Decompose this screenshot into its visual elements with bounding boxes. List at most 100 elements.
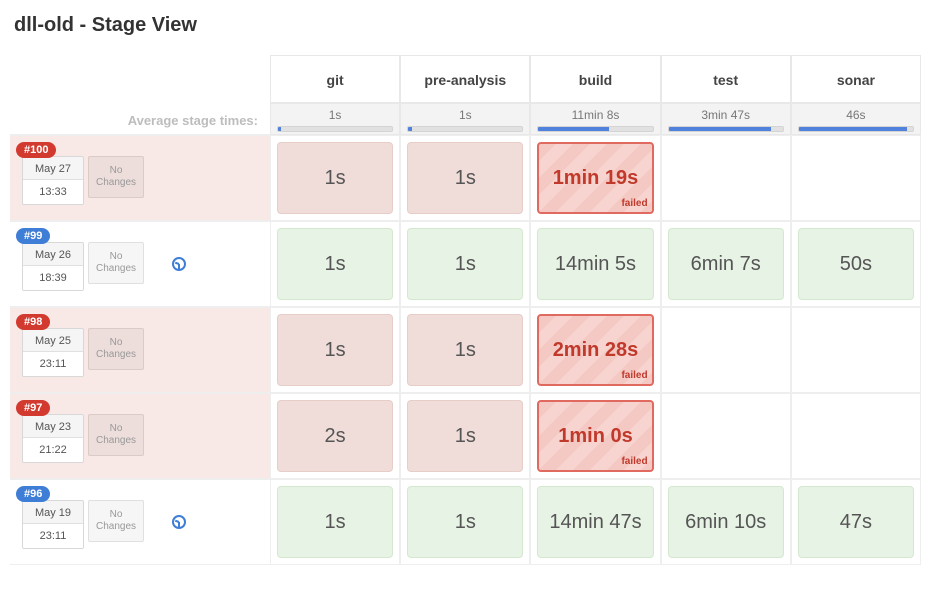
failed-label: failed xyxy=(621,456,647,467)
stage-time: 50s xyxy=(840,253,872,276)
run-info[interactable]: #100 May 27 13:33 No Changes xyxy=(10,135,270,221)
stage-header-git[interactable]: git xyxy=(270,55,400,103)
avg-cell-pre-analysis: 1s xyxy=(400,103,530,135)
stage-cell[interactable]: 14min 47s xyxy=(537,486,653,558)
avg-bar-fill xyxy=(408,127,411,131)
run-info[interactable]: #99 May 26 18:39 No Changes xyxy=(10,221,270,307)
avg-cell-build: 11min 8s xyxy=(530,103,660,135)
stage-cell-wrap: 1min 0s failed xyxy=(530,393,660,479)
stage-time: 1s xyxy=(325,253,346,276)
run-badge-wrap: #96 May 19 23:11 No Changes xyxy=(22,496,144,549)
stage-cell-wrap xyxy=(661,393,791,479)
run-info[interactable]: #98 May 25 23:11 No Changes xyxy=(10,307,270,393)
run-time: 23:11 xyxy=(23,352,83,376)
stage-cell-empty xyxy=(668,314,784,386)
stage-cell-wrap: 2min 28s failed xyxy=(530,307,660,393)
stage-cell[interactable]: 1s xyxy=(277,486,393,558)
stage-cell-wrap: 1min 19s failed xyxy=(530,135,660,221)
run-date: May 25 xyxy=(23,329,83,352)
stage-header-sonar[interactable]: sonar xyxy=(791,55,921,103)
run-badge-wrap: #98 May 25 23:11 No Changes xyxy=(22,324,144,377)
stage-cell-wrap xyxy=(661,135,791,221)
stage-cell[interactable]: 2s xyxy=(277,400,393,472)
run-info[interactable]: #96 May 19 23:11 No Changes xyxy=(10,479,270,565)
stage-cell[interactable]: 6min 10s xyxy=(668,486,784,558)
stage-header-test[interactable]: test xyxy=(661,55,791,103)
stage-header-pre-analysis[interactable]: pre-analysis xyxy=(400,55,530,103)
run-date: May 26 xyxy=(23,243,83,266)
run-id-badge[interactable]: #99 xyxy=(16,228,50,244)
stage-cell-failed[interactable]: 1min 19s failed xyxy=(537,142,653,214)
stage-header-build[interactable]: build xyxy=(530,55,660,103)
stage-cell[interactable]: 14min 5s xyxy=(537,228,653,300)
stage-cell[interactable]: 1s xyxy=(407,400,523,472)
stage-cell-wrap: 6min 7s xyxy=(661,221,791,307)
avg-bar-track xyxy=(277,126,393,132)
avg-time-text: 1s xyxy=(407,108,523,122)
run-date-box: May 26 18:39 xyxy=(22,242,84,291)
run-date-box: May 25 23:11 xyxy=(22,328,84,377)
stage-cell-wrap: 1s xyxy=(400,221,530,307)
stage-cell-wrap: 6min 10s xyxy=(661,479,791,565)
run-badge-wrap: #97 May 23 21:22 No Changes xyxy=(22,410,144,463)
stage-cell[interactable]: 47s xyxy=(798,486,914,558)
stage-cell-failed[interactable]: 1min 0s failed xyxy=(537,400,653,472)
run-date-box: May 27 13:33 xyxy=(22,156,84,205)
changes-box[interactable]: No Changes xyxy=(88,414,144,456)
run-date: May 19 xyxy=(23,501,83,524)
stage-cell[interactable]: 1s xyxy=(407,314,523,386)
stage-cell[interactable]: 50s xyxy=(798,228,914,300)
stage-cell[interactable]: 1s xyxy=(277,228,393,300)
stage-cell-wrap: 1s xyxy=(400,307,530,393)
run-info[interactable]: #97 May 23 21:22 No Changes xyxy=(10,393,270,479)
stage-cell-wrap xyxy=(791,393,921,479)
stage-cell[interactable]: 1s xyxy=(277,142,393,214)
stage-cell-failed[interactable]: 2min 28s failed xyxy=(537,314,653,386)
stage-time: 1s xyxy=(455,511,476,534)
stage-time: 6min 7s xyxy=(691,253,761,276)
run-time: 21:22 xyxy=(23,438,83,462)
stage-cell[interactable]: 1s xyxy=(407,228,523,300)
stage-cell[interactable]: 1s xyxy=(277,314,393,386)
changes-box[interactable]: No Changes xyxy=(88,328,144,370)
stage-cell[interactable]: 1s xyxy=(407,486,523,558)
avg-bar-track xyxy=(668,126,784,132)
avg-time-text: 46s xyxy=(798,108,914,122)
run-id-badge[interactable]: #98 xyxy=(16,314,50,330)
avg-bar-fill xyxy=(538,127,609,131)
stage-cell-empty xyxy=(798,400,914,472)
stage-cell-empty xyxy=(668,400,784,472)
changes-box[interactable]: No Changes xyxy=(88,156,144,198)
stage-time: 1s xyxy=(455,339,476,362)
stage-cell-wrap: 1s xyxy=(270,221,400,307)
stage-cell[interactable]: 6min 7s xyxy=(668,228,784,300)
avg-bar-track xyxy=(537,126,653,132)
run-badge-wrap: #99 May 26 18:39 No Changes xyxy=(22,238,144,291)
stage-cell-wrap: 50s xyxy=(791,221,921,307)
stage-cell-wrap: 47s xyxy=(791,479,921,565)
avg-time-text: 3min 47s xyxy=(668,108,784,122)
stage-time: 2min 28s xyxy=(553,339,639,362)
avg-bar-track xyxy=(407,126,523,132)
run-time: 18:39 xyxy=(23,266,83,290)
changes-box[interactable]: No Changes xyxy=(88,500,144,542)
stage-time: 1s xyxy=(325,339,346,362)
run-date: May 23 xyxy=(23,415,83,438)
stage-cell-wrap: 1s xyxy=(400,479,530,565)
stage-cell-wrap: 14min 5s xyxy=(530,221,660,307)
stage-cell-wrap: 1s xyxy=(400,393,530,479)
changes-box[interactable]: No Changes xyxy=(88,242,144,284)
stage-cell[interactable]: 1s xyxy=(407,142,523,214)
header-spacer xyxy=(10,55,270,103)
run-id-badge[interactable]: #97 xyxy=(16,400,50,416)
avg-time-text: 1s xyxy=(277,108,393,122)
avg-label: Average stage times: xyxy=(10,103,270,135)
stage-cell-wrap: 1s xyxy=(400,135,530,221)
stage-cell-empty xyxy=(798,314,914,386)
run-date-box: May 23 21:22 xyxy=(22,414,84,463)
run-id-badge[interactable]: #96 xyxy=(16,486,50,502)
run-id-badge[interactable]: #100 xyxy=(16,142,56,158)
run-badge-wrap: #100 May 27 13:33 No Changes xyxy=(22,152,144,205)
clock-icon xyxy=(172,515,186,529)
stage-time: 1min 19s xyxy=(553,167,639,190)
